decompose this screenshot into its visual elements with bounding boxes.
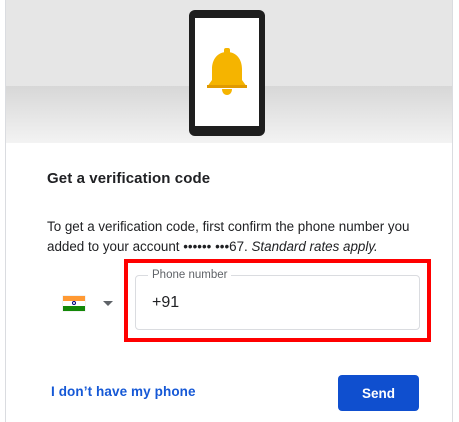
verification-description: To get a verification code, first confir… [47,217,437,256]
caret-down-icon [103,300,113,306]
country-code-dropdown[interactable] [63,291,123,315]
standard-rates-note: Standard rates apply. [251,238,378,254]
phone-number-input[interactable]: +91 [152,293,179,313]
india-flag-icon [63,295,85,311]
phone-number-label: Phone number [148,268,232,282]
send-button[interactable]: Send [338,375,419,411]
page-title: Get a verification code [47,170,211,187]
no-phone-link[interactable]: I don’t have my phone [51,384,196,399]
page: Get a verification code To get a verific… [0,0,459,422]
phone-bell-illustration-icon [189,10,265,136]
verification-card: Get a verification code To get a verific… [5,0,453,422]
phone-number-field[interactable]: Phone number +91 [135,268,420,330]
hero-illustration-panel [6,0,452,143]
